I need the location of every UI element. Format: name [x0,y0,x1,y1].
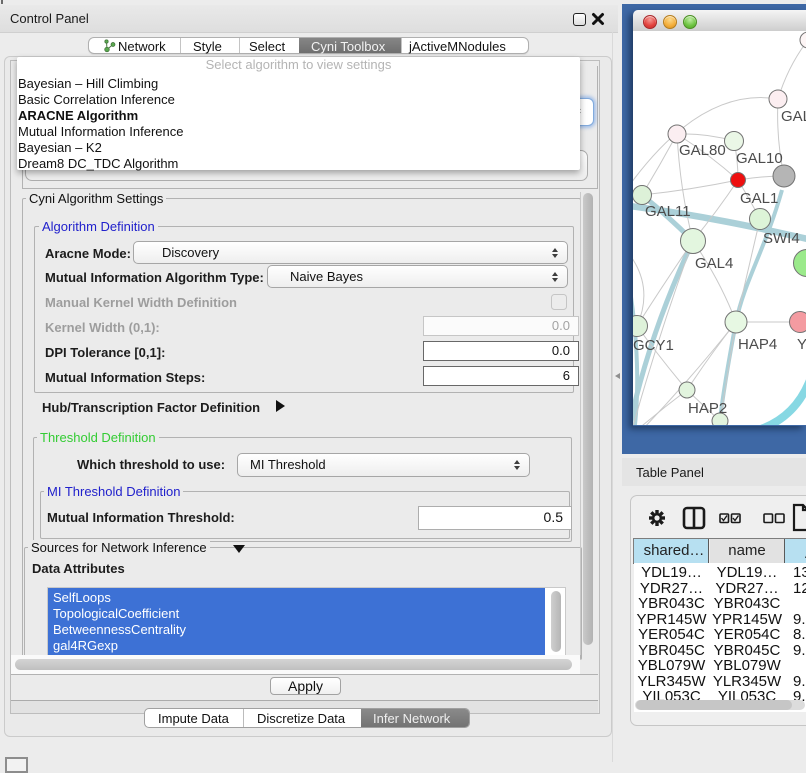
svg-text:GAL11: GAL11 [645,203,691,220]
svg-text:SWI4: SWI4 [763,230,800,247]
svg-text:GAL7: GAL7 [781,108,806,125]
svg-text:GAL10: GAL10 [736,150,783,167]
svg-text:GAL1: GAL1 [740,190,778,207]
svg-text:HAP4: HAP4 [738,336,777,353]
svg-text:GCY1: GCY1 [633,337,674,354]
svg-text:Y: Y [797,336,806,353]
svg-text:GAL4: GAL4 [695,255,733,272]
svg-text:GAL80: GAL80 [679,142,726,159]
svg-text:HAP2: HAP2 [688,400,727,417]
